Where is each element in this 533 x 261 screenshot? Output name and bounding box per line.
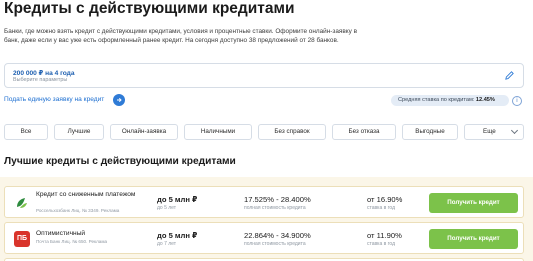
offer-amount: до 5 млн ₽ [157, 195, 198, 204]
page-title: Кредиты с действующими кредитами [4, 0, 295, 17]
offer-rate-note: полная стоимость кредита [244, 241, 306, 247]
offer-license: Россельхозбанк Лиц. № 3349. Реклама [36, 208, 120, 213]
rosselkhozbank-logo-icon [14, 195, 30, 211]
arrow-right-icon[interactable] [113, 94, 125, 106]
average-rate-label: Средняя ставка по кредитам: [398, 97, 475, 103]
get-credit-button[interactable]: Получить кредит [429, 193, 518, 213]
average-rate-value: 12.45% [475, 97, 495, 103]
tab-more[interactable]: Еще [464, 124, 524, 140]
offer-card: Кредит со сниженным платежом Россельхозб… [4, 186, 524, 218]
offer-rate-from: от 11.90% [367, 231, 402, 240]
offer-rate-range: 22.864% - 34.900% [244, 231, 311, 240]
apply-single-request-link[interactable]: Подать единую заявку на кредит [4, 96, 104, 103]
tab-no-refusal[interactable]: Без отказа [332, 124, 396, 140]
pochta-bank-logo-icon: ПБ [14, 231, 30, 247]
page-intro: Банки, где можно взять кредит с действую… [4, 28, 357, 45]
offer-rate-note: полная стоимость кредита [244, 205, 306, 211]
offers-list: Кредит со сниженным платежом Россельхозб… [0, 177, 533, 261]
offer-card: ПБ Оптимистичный Почта Банк Лиц. № 650. … [4, 222, 524, 254]
loan-params-hint: Выберите параметры [13, 77, 68, 83]
tab-more-label: Еще [483, 128, 496, 135]
pencil-icon[interactable] [504, 70, 515, 81]
offer-term: до 5 лет [157, 205, 177, 211]
offer-name[interactable]: Оптимистичный [36, 230, 136, 237]
loan-params-value: 200 000 ₽ на 4 года [13, 70, 75, 77]
offer-rate-from-note: ставка в год [367, 241, 395, 247]
average-rate-badge: Средняя ставка по кредитам: 12.45% [391, 95, 509, 106]
offer-rate-from: от 16.90% [367, 195, 403, 204]
offer-license: Почта Банк Лиц. № 650. Реклама [36, 239, 108, 244]
tab-cash[interactable]: Наличными [184, 124, 252, 140]
tab-no-certificates[interactable]: Без справок [258, 124, 326, 140]
get-credit-button[interactable]: Получить кредит [429, 229, 518, 249]
offer-name[interactable]: Кредит со сниженным платежом [36, 191, 136, 198]
offer-term: до 7 лет [157, 241, 177, 247]
tab-best[interactable]: Лучшие [54, 124, 104, 140]
offer-rate-from-note: ставка в год [367, 205, 395, 211]
info-icon-glyph: i [516, 97, 518, 104]
offer-amount: до 5 млн ₽ [157, 231, 198, 240]
section-title: Лучшие кредиты с действующими кредитами [4, 156, 236, 167]
info-icon[interactable]: i [512, 96, 522, 106]
offer-rate-range: 17.525% - 28.400% [244, 195, 311, 204]
loan-params-field[interactable]: 200 000 ₽ на 4 года Выберите параметры [4, 63, 524, 88]
tab-online-application[interactable]: Онлайн-заявка [110, 124, 178, 140]
chevron-down-icon [510, 126, 519, 135]
tab-all[interactable]: Все [4, 124, 48, 140]
tab-profitable[interactable]: Выгодные [402, 124, 458, 140]
